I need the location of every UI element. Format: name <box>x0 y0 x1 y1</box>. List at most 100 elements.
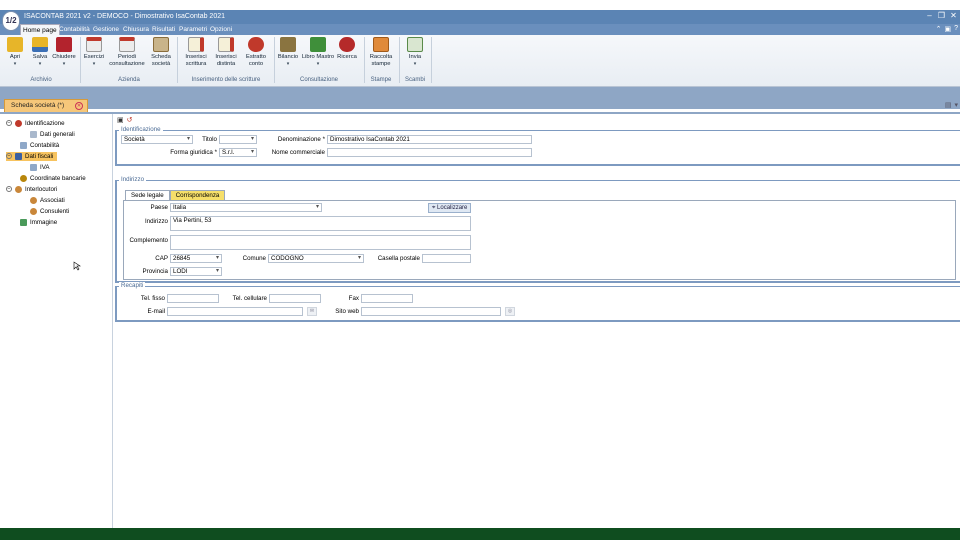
save-icon[interactable]: ▣ <box>117 116 124 124</box>
tree-node-dati-fiscali[interactable]: − Dati fiscali <box>6 152 58 161</box>
identificazione-section: Identificazione Società Titolo Denominaz… <box>115 126 960 166</box>
tab-risultati[interactable]: Risultati <box>150 24 177 35</box>
estratto-conto-button[interactable]: Estratto conto <box>242 37 270 67</box>
tab-scheda-societa[interactable]: Scheda società (*) ✕ <box>4 99 88 112</box>
casella-postale-field[interactable] <box>422 254 471 263</box>
periodi-label: Periodi consultazione <box>109 54 145 67</box>
localizzare-button[interactable]: ⌖ Localizzare <box>428 203 472 213</box>
scheda-societa-button[interactable]: Scheda società <box>149 37 173 67</box>
tree-node-associati[interactable]: Associati <box>30 196 65 205</box>
indirizzo-field[interactable]: Via Pertini, 53 <box>170 216 471 231</box>
print-icon[interactable]: ▤ <box>945 101 952 109</box>
distinta-label: Inserisci distinta <box>215 54 237 67</box>
tel-fisso-field[interactable] <box>167 294 219 303</box>
provincia-select[interactable]: LODI <box>170 267 222 276</box>
denominazione-field[interactable]: Dimostrativo IsaContab 2021 <box>327 135 532 144</box>
tipo-soggetto-select[interactable]: Società <box>121 135 193 144</box>
cap-select[interactable]: 26845 <box>170 254 222 263</box>
doc-tab-label: Scheda società (*) <box>11 102 65 109</box>
complemento-field[interactable] <box>170 235 471 250</box>
tab-opzioni[interactable]: Opzioni <box>208 24 234 35</box>
titolo-select[interactable] <box>219 135 257 144</box>
forma-giuridica-select[interactable]: S.r.l. <box>219 148 257 157</box>
tree-label: Contabilità <box>30 142 60 149</box>
save-icon <box>32 37 48 52</box>
tree-node-identificazione[interactable]: − Identificazione <box>6 119 65 128</box>
send-email-icon[interactable]: ✉ <box>307 307 317 316</box>
collapse-icon[interactable]: − <box>6 153 12 160</box>
tree-node-coordinate-bancarie[interactable]: Coordinate bancarie <box>20 174 86 183</box>
restore-icon[interactable]: ❐ <box>937 11 946 20</box>
comune-select[interactable]: CODOGNO <box>268 254 364 263</box>
invia-button[interactable]: Invia ▾ <box>403 37 427 67</box>
tab-contabilita[interactable]: Contabilità <box>57 24 92 35</box>
recapiti-section: Recapiti Tel. fisso Tel. cellulare Fax E… <box>115 282 960 322</box>
minimize-icon[interactable]: – <box>925 11 934 20</box>
tree-node-iva[interactable]: IVA <box>30 163 50 172</box>
salva-label: Salva <box>32 54 48 60</box>
raccolta-label: Raccolta stampe <box>369 54 393 67</box>
tel-cellulare-field[interactable] <box>269 294 321 303</box>
window-title: ISACONTAB 2021 v2 - DEMOCO - Dimostrativ… <box>24 13 225 20</box>
tab-corrispondenza[interactable]: Corrispondenza <box>169 190 226 200</box>
chevron-down-icon: ▾ <box>62 60 66 67</box>
tab-sede-legale[interactable]: Sede legale <box>125 190 170 200</box>
group-scambi-label: Scambi <box>404 77 425 83</box>
tab-gestione[interactable]: Gestione <box>91 24 121 35</box>
apri-button[interactable]: Apri ▾ <box>4 37 26 67</box>
inserisci-distinta-button[interactable]: Inserisci distinta <box>212 37 240 67</box>
casella-postale-label: Casella postale <box>377 255 420 262</box>
esercizi-button[interactable]: Esercizi ▾ <box>83 37 105 67</box>
tree-node-interlocutori[interactable]: − Interlocutori <box>6 185 57 194</box>
tab-parametri[interactable]: Parametri <box>177 24 209 35</box>
tree-node-dati-generali[interactable]: Dati generali <box>30 130 75 139</box>
email-field[interactable] <box>167 307 303 316</box>
group-separator <box>431 37 432 83</box>
app-logo: 1/2 <box>2 11 20 31</box>
libro-label: Libro Mastro <box>301 54 335 60</box>
nome-commerciale-field[interactable] <box>327 148 532 157</box>
settings-icon[interactable]: ▣ <box>944 25 951 33</box>
sede-legale-panel: Paese Italia ⌖ Localizzare Indirizzo Via… <box>123 200 956 280</box>
document-tab-band <box>0 87 960 109</box>
tree-node-immagine[interactable]: Immagine <box>20 218 57 227</box>
menu-icon[interactable]: ▾ <box>954 101 958 109</box>
close-tab-icon[interactable]: ✕ <box>75 102 83 110</box>
bilancio-button[interactable]: Bilancio ▾ <box>277 37 299 67</box>
help-icon[interactable]: ? <box>954 25 958 33</box>
sito-web-label: Sito web <box>335 308 359 315</box>
chiudere-button[interactable]: Chiudere ▾ <box>52 37 76 67</box>
group-separator <box>177 37 178 83</box>
raccolta-stampe-button[interactable]: Raccolta stampe <box>367 37 395 67</box>
ricerca-button[interactable]: Ricerca <box>336 37 358 61</box>
group-separator <box>80 37 81 83</box>
sito-web-field[interactable] <box>361 307 501 316</box>
invia-label: Invia <box>408 54 422 60</box>
collapse-icon[interactable]: − <box>6 186 12 193</box>
group-archivio-label: Archivio <box>30 77 52 83</box>
collapse-icon[interactable]: − <box>6 120 12 127</box>
salva-button[interactable]: Salva ▾ <box>29 37 51 67</box>
undo-icon[interactable]: ↺ <box>127 116 133 124</box>
group-azienda-label: Azienda <box>118 77 140 83</box>
nome-commerciale-label: Nome commerciale <box>271 149 325 156</box>
tree-label: Dati generali <box>40 131 75 138</box>
form-icon <box>30 130 37 138</box>
cap-label: CAP <box>155 255 168 262</box>
tab-chiusura[interactable]: Chiusura <box>121 24 151 35</box>
tree-node-consulenti[interactable]: Consulenti <box>30 207 69 216</box>
open-website-icon[interactable]: ◎ <box>505 307 515 316</box>
fax-field[interactable] <box>361 294 413 303</box>
collapse-ribbon-icon[interactable]: ⌃ <box>936 25 942 33</box>
titolo-label: Titolo <box>202 136 217 143</box>
periodi-consultazione-button[interactable]: Periodi consultazione <box>108 37 146 67</box>
chevron-down-icon: ▾ <box>38 60 42 67</box>
scrittura-label: Inserisci scrittura <box>185 54 207 67</box>
paese-select[interactable]: Italia <box>170 203 322 212</box>
tree-node-contabilita[interactable]: Contabilità <box>20 141 59 150</box>
close-icon[interactable]: ✕ <box>949 11 958 20</box>
inserisci-scrittura-button[interactable]: Inserisci scrittura <box>182 37 210 67</box>
tab-home-page[interactable]: Home page <box>20 24 60 35</box>
libro-mastro-button[interactable]: Libro Mastro ▾ <box>301 37 335 67</box>
status-bar <box>0 528 960 540</box>
